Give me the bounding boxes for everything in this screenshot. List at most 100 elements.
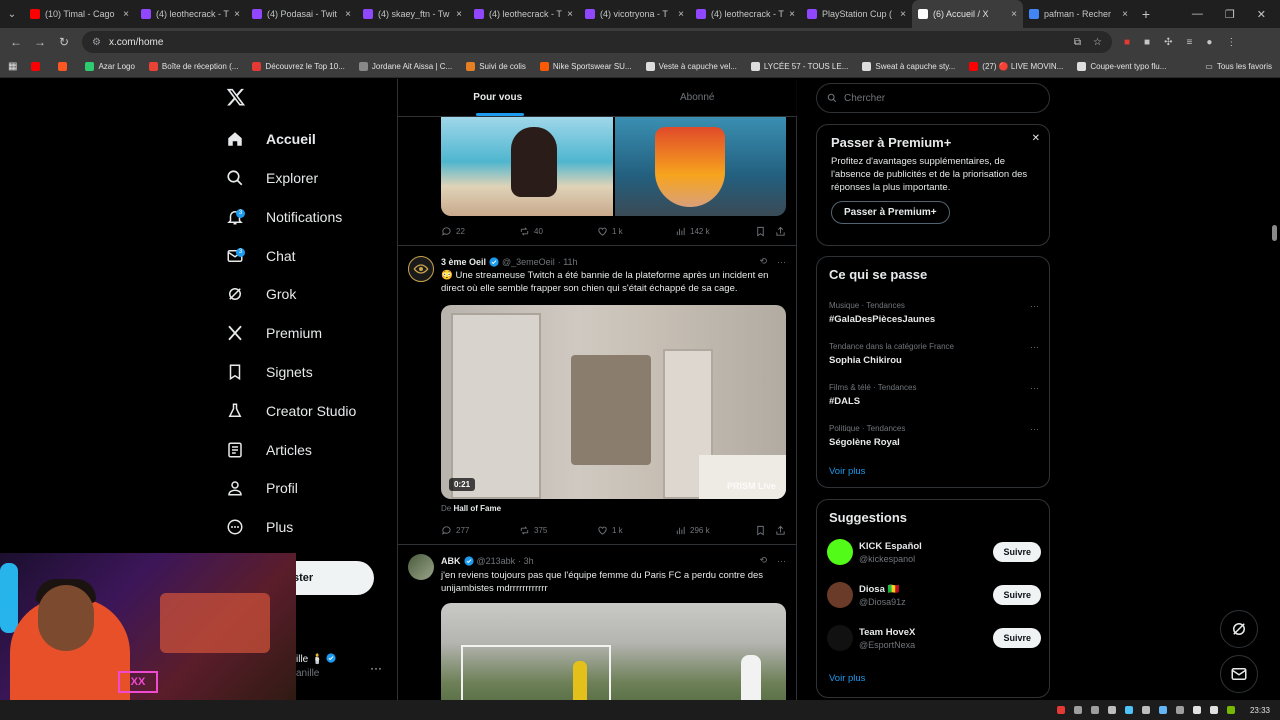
more-icon[interactable]: ··· [777, 257, 786, 267]
bookmark-item[interactable]: (27) 🔴 LIVE MOVIN... [969, 62, 1063, 71]
author-name[interactable]: ABK [441, 556, 461, 566]
tray-icon[interactable] [1141, 706, 1150, 714]
profile-avatar-icon[interactable]: ● [1206, 37, 1212, 48]
bookmark-item[interactable] [58, 62, 71, 71]
tab-close-icon[interactable]: × [789, 9, 795, 20]
repost-button[interactable]: 40 [519, 226, 543, 237]
menu-kebab-icon[interactable]: ⋮ [1226, 37, 1236, 48]
new-tab-button[interactable]: + [1134, 6, 1158, 22]
reload-icon[interactable]: ↻ [52, 35, 76, 49]
views-button[interactable]: 296 k [675, 525, 710, 536]
extension-red-icon[interactable]: ■ [1124, 37, 1130, 48]
bookmark-button[interactable] [755, 226, 766, 237]
post-image[interactable] [441, 603, 786, 700]
back-icon[interactable]: ← [4, 35, 28, 49]
tray-icon[interactable] [1090, 706, 1099, 714]
trend-item[interactable]: Musique · Tendances #GalaDesPiècesJaunes ·… [829, 301, 1039, 325]
reply-button[interactable]: 22 [441, 226, 465, 237]
tab-close-icon[interactable]: × [678, 9, 684, 20]
tab-close-icon[interactable]: × [1011, 9, 1017, 20]
tab-close-icon[interactable]: × [123, 9, 129, 20]
sidebar-item-chat[interactable]: 3 Chat [226, 243, 296, 269]
bookmark-item[interactable]: Veste à capuche vel... [645, 62, 737, 71]
post-video[interactable]: 0:21 PRISM Live [441, 305, 786, 499]
tab-close-icon[interactable]: × [567, 9, 573, 20]
trend-item[interactable]: Tendance dans la catégorie France Sophia … [829, 342, 1039, 366]
volume-icon[interactable] [1209, 706, 1218, 714]
suggestion-name[interactable]: Diosa 🇲🇱 [859, 584, 906, 595]
bookmark-item[interactable]: Sweat à capuche sty... [862, 62, 955, 71]
tray-icon[interactable] [1073, 706, 1082, 714]
bookmark-item[interactable]: Coupe-vent typo flu... [1077, 62, 1166, 71]
repost-button[interactable]: 375 [519, 525, 547, 536]
avatar[interactable] [827, 625, 853, 651]
grok-icon[interactable]: ⟲ [759, 256, 767, 267]
sidebar-item-profil[interactable]: Profil [226, 475, 298, 501]
more-icon[interactable]: ··· [1030, 301, 1039, 311]
extension-grey-icon[interactable]: ■ [1144, 37, 1150, 48]
tray-icon[interactable] [1056, 706, 1065, 714]
browser-tab[interactable]: (4) leothecrack - T × [690, 0, 801, 28]
browser-tab[interactable]: (4) vicotryona - T × [579, 0, 690, 28]
star-icon[interactable]: ☆ [1093, 37, 1102, 48]
share-button[interactable] [775, 226, 786, 237]
bookmark-item[interactable]: Azar Logo [85, 62, 135, 71]
address-bar[interactable]: ⚙ x.com/home ⧉ ☆ [82, 31, 1112, 53]
follow-button[interactable]: Suivre [993, 628, 1041, 648]
author-name[interactable]: 3 ème Oeil [441, 257, 486, 267]
all-bookmarks[interactable]: ▭ Tous les favoris [1205, 62, 1280, 71]
suggestion-name[interactable]: KICK Español [859, 541, 922, 552]
suggestion-item[interactable]: Diosa 🇲🇱 @Diosa91z Suivre [827, 579, 1041, 611]
x-logo-icon[interactable] [226, 87, 246, 107]
trend-item[interactable]: Films & télé · Tendances #DALS ··· [829, 383, 1039, 407]
tab-close-icon[interactable]: × [456, 9, 462, 20]
close-icon[interactable]: ✕ [1032, 133, 1040, 144]
taskbar-clock[interactable]: 23:33 [1250, 706, 1270, 715]
sidebar-item-articles[interactable]: Articles [226, 437, 312, 463]
wifi-icon[interactable] [1192, 706, 1201, 714]
sidebar-item-accueil[interactable]: Accueil [226, 126, 316, 152]
messages-fab[interactable] [1220, 655, 1258, 693]
bookmark-item[interactable]: Boîte de réception (... [148, 62, 238, 71]
more-icon[interactable]: ··· [777, 556, 786, 566]
browser-tab[interactable]: (6) Accueil / X × [912, 0, 1023, 28]
browser-tab[interactable]: (4) leothecrack - T × [135, 0, 246, 28]
post-image[interactable] [614, 117, 786, 216]
share-button[interactable] [775, 525, 786, 536]
grok-fab[interactable] [1220, 610, 1258, 648]
tab-close-icon[interactable]: × [345, 9, 351, 20]
forward-icon[interactable]: → [28, 35, 52, 49]
follow-button[interactable]: Suivre [993, 585, 1041, 605]
tab-close-icon[interactable]: × [900, 9, 906, 20]
bookmark-item[interactable]: Nike Sportswear SU... [539, 62, 632, 71]
browser-tab[interactable]: PlayStation Cup (× [801, 0, 912, 28]
trend-item[interactable]: Politique · Tendances Ségolène Royal ··· [829, 424, 1039, 448]
like-button[interactable]: 1 k [597, 525, 623, 536]
tab-close-icon[interactable]: × [234, 9, 240, 20]
tray-icon[interactable] [1226, 706, 1235, 714]
source-link[interactable]: Hall of Fame [453, 504, 501, 513]
post-image[interactable] [441, 117, 613, 216]
minimize-icon[interactable]: — [1192, 8, 1203, 21]
sidebar-item-explorer[interactable]: Explorer [226, 165, 318, 191]
sidebar-item-notifications[interactable]: 3 Notifications [226, 204, 342, 230]
post-media-grid[interactable] [441, 117, 786, 216]
bookmark-item[interactable] [31, 62, 44, 71]
install-icon[interactable]: ⧉ [1074, 37, 1081, 48]
bookmark-item[interactable]: LYCÉE 57 - TOUS LE... [750, 62, 848, 71]
author-handle[interactable]: @_3emeOeil [502, 257, 555, 267]
puzzle-icon[interactable]: ✣ [1164, 37, 1172, 48]
avatar[interactable] [408, 554, 434, 580]
more-icon[interactable]: ··· [1030, 383, 1039, 393]
site-info-icon[interactable]: ⚙ [92, 37, 101, 48]
more-icon[interactable]: ··· [1030, 424, 1039, 434]
views-button[interactable]: 142 k [675, 226, 710, 237]
avatar[interactable] [827, 582, 853, 608]
browser-tab[interactable]: (4) Podasai - Twit × [246, 0, 357, 28]
account-switcher[interactable]: ille 🕯️ anille [296, 653, 336, 679]
reply-button[interactable]: 277 [441, 525, 469, 536]
playlist-icon[interactable]: ≡ [1186, 37, 1192, 48]
avatar[interactable] [827, 539, 853, 565]
grok-icon[interactable]: ⟲ [759, 555, 767, 566]
bookmark-item[interactable]: Découvrez le Top 10... [252, 62, 345, 71]
